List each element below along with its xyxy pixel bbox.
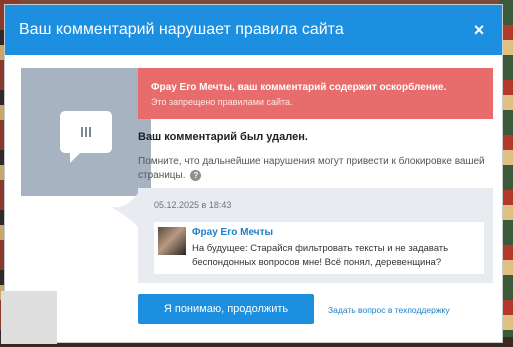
side-panel <box>1 291 57 344</box>
modal-title: Ваш комментарий нарушает правила сайта <box>19 21 344 38</box>
help-icon[interactable]: ? <box>190 169 202 181</box>
support-link[interactable]: Задать вопрос в техподдержку <box>328 305 450 315</box>
violation-alert: Фрау Его Мечты, ваш комментарий содержит… <box>138 68 493 119</box>
comment-date: 05.12.2025 в 18:43 <box>154 200 232 210</box>
alert-title: Фрау Его Мечты, ваш комментарий содержит… <box>151 82 447 93</box>
modal-header: Ваш комментарий нарушает правила сайта × <box>5 5 502 55</box>
comment-pointer <box>111 193 138 227</box>
violation-modal: Ваш комментарий нарушает правила сайта ×… <box>1 4 503 344</box>
alert-subtitle: Это запрещено правилами сайта. <box>151 97 293 107</box>
comment-author[interactable]: Фрау Его Мечты <box>192 227 273 238</box>
warning-text: Помните, что дальнейшие нарушения могут … <box>138 155 493 183</box>
deleted-heading: Ваш комментарий был удален. <box>138 131 308 143</box>
comment-body: Фрау Его Мечты На будущее: Старайся филь… <box>154 222 484 274</box>
comment-thumbnail <box>21 68 151 196</box>
continue-button[interactable]: Я понимаю, продолжить <box>138 294 314 324</box>
deleted-comment-card: 05.12.2025 в 18:43 Фрау Его Мечты На буд… <box>138 188 493 283</box>
close-icon[interactable]: × <box>470 21 488 39</box>
comment-bubble-icon <box>60 111 112 163</box>
comment-text: На будущее: Старайся фильтровать тексты … <box>192 243 449 268</box>
avatar[interactable] <box>158 227 186 255</box>
